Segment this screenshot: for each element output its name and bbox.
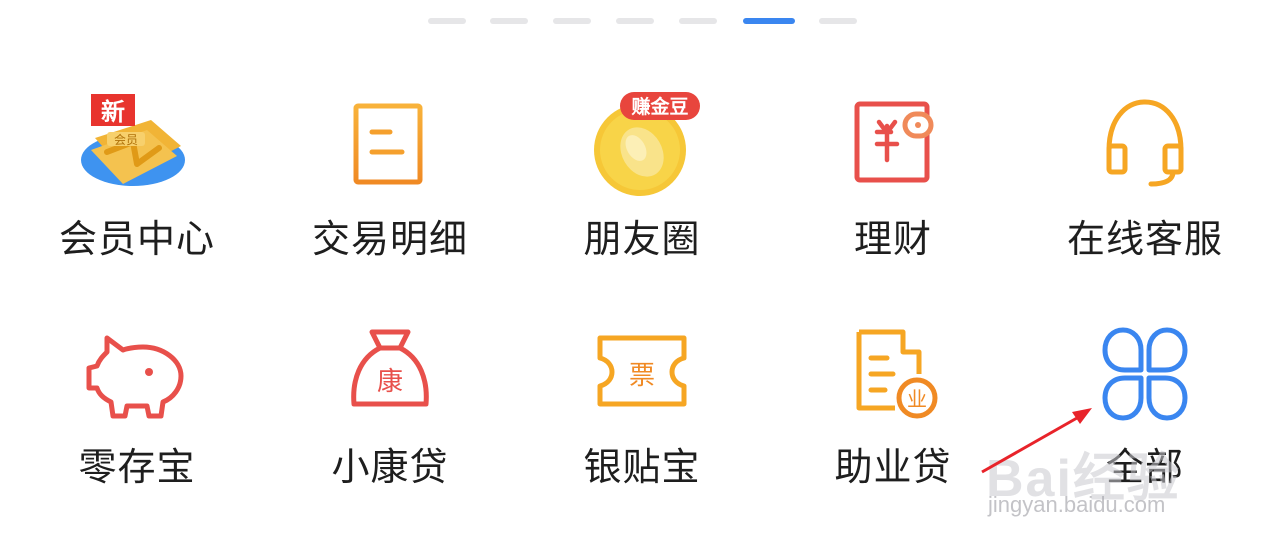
grid-item-label: 助业贷 <box>834 445 952 489</box>
grid-item-member-center[interactable]: 会员 新 会员中心 <box>17 90 257 290</box>
badge-member-text: 会员 <box>114 133 138 147</box>
grid-item-label: 全部 <box>1105 445 1184 489</box>
grid-item-label: 会员中心 <box>58 217 215 261</box>
grid-item-label: 银贴宝 <box>583 445 701 489</box>
bag-glyph: 康 <box>377 367 403 397</box>
headset-icon <box>1085 90 1205 210</box>
grid-item-transaction-details[interactable]: 交易明细 <box>270 90 510 290</box>
grid-item-moments[interactable]: 赚金豆 朋友圈 <box>522 90 762 290</box>
grid-item-yintiebao[interactable]: 票 银贴宝 <box>522 318 762 518</box>
all-apps-grid-icon <box>1085 318 1205 438</box>
page-dot[interactable] <box>679 18 717 24</box>
grid-item-label: 理财 <box>853 217 932 261</box>
ticket-icon: 票 <box>582 318 702 438</box>
document-glyph: 业 <box>907 387 927 411</box>
wallet-yuan-icon <box>833 90 953 210</box>
page-dot-active[interactable] <box>743 18 795 24</box>
grid-item-lingcunbao[interactable]: 零存宝 <box>17 318 257 518</box>
grid-item-zhuyedai[interactable]: 业 助业贷 <box>773 318 1013 518</box>
grid-item-label: 小康贷 <box>331 445 449 489</box>
page-dot[interactable] <box>428 18 466 24</box>
grid-item-xiaokangdai[interactable]: 康 小康贷 <box>270 318 510 518</box>
badge-new-text: 新 <box>101 98 125 126</box>
gold-bean-coin-icon: 赚金豆 <box>582 90 702 210</box>
transaction-document-icon <box>330 90 450 210</box>
grid-item-label: 朋友圈 <box>583 217 701 261</box>
grid-item-label: 在线客服 <box>1066 217 1223 261</box>
grid-item-online-service[interactable]: 在线客服 <box>1025 90 1265 290</box>
ticket-glyph: 票 <box>629 361 655 391</box>
grid-item-label: 零存宝 <box>78 445 196 489</box>
badge-earn-beans-text: 赚金豆 <box>630 95 688 118</box>
piggy-bank-icon <box>77 318 197 438</box>
page-dot[interactable] <box>616 18 654 24</box>
grid-item-wealth-management[interactable]: 理财 <box>773 90 1013 290</box>
money-bag-icon: 康 <box>330 318 450 438</box>
page-dot[interactable] <box>819 18 857 24</box>
grid-item-label: 交易明细 <box>311 217 468 261</box>
page-dot[interactable] <box>553 18 591 24</box>
member-gold-card-icon: 会员 新 <box>77 90 197 210</box>
page-dot[interactable] <box>490 18 528 24</box>
page-indicator <box>0 18 1284 26</box>
grid-item-all[interactable]: 全部 <box>1025 318 1265 518</box>
business-document-icon: 业 <box>833 318 953 438</box>
